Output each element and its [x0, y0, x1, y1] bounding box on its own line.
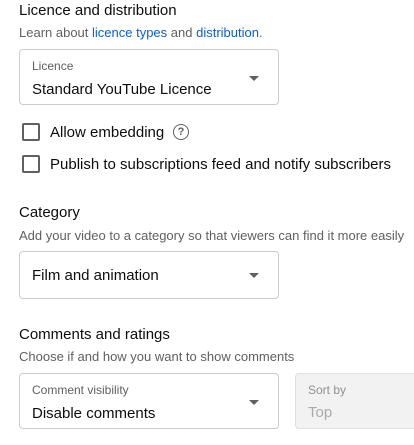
allow-embedding-checkbox[interactable]	[22, 123, 40, 141]
sort-by-label: Sort by	[308, 383, 347, 397]
licence-dropdown[interactable]: Licence Standard YouTube Licence	[19, 49, 279, 105]
category-section-subtitle: Add your video to a category so that vie…	[19, 228, 405, 243]
comments-section-title: Comments and ratings	[19, 326, 170, 343]
licence-section-title: Licence and distribution	[19, 2, 177, 19]
comment-visibility-value: Disable comments	[32, 405, 156, 422]
category-dropdown[interactable]: Film and animation	[19, 251, 279, 299]
publish-feed-label[interactable]: Publish to subscriptions feed and notify…	[50, 156, 391, 173]
distribution-link[interactable]: distribution	[196, 25, 259, 40]
licence-dropdown-value: Standard YouTube Licence	[32, 81, 212, 98]
licence-section-subtitle: Learn about licence types and distributi…	[19, 25, 263, 40]
dropdown-arrow-icon	[249, 400, 259, 405]
comment-visibility-label: Comment visibility	[32, 383, 129, 397]
category-dropdown-value: Film and animation	[32, 267, 159, 284]
comments-section-subtitle: Choose if and how you want to show comme…	[19, 349, 295, 364]
dropdown-arrow-icon	[249, 273, 259, 278]
dropdown-arrow-icon	[249, 76, 259, 81]
licence-dropdown-label: Licence	[32, 59, 74, 73]
sort-by-dropdown: Sort by Top	[295, 373, 414, 429]
sort-by-value: Top	[308, 404, 333, 421]
help-icon[interactable]: ?	[173, 124, 189, 140]
allow-embedding-label[interactable]: Allow embedding	[50, 124, 164, 141]
category-section-title: Category	[19, 204, 80, 221]
licence-types-link[interactable]: licence types	[92, 25, 167, 40]
comment-visibility-dropdown[interactable]: Comment visibility Disable comments	[19, 373, 279, 429]
publish-feed-checkbox[interactable]	[22, 155, 40, 173]
